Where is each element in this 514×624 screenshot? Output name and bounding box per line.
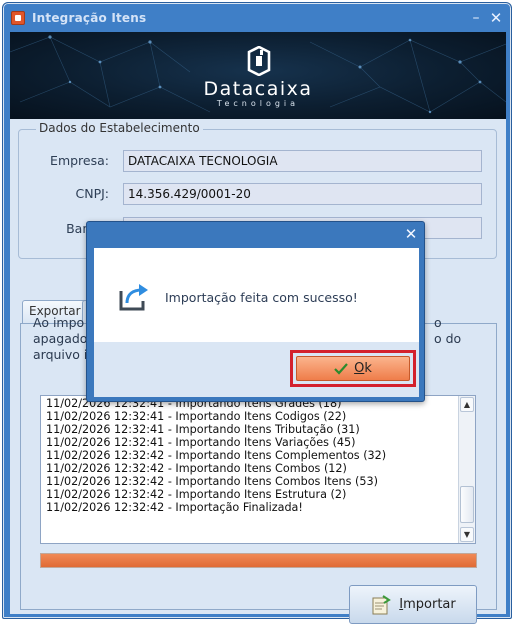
import-log-list[interactable]: 11/02/2026 12:32:41 - Importando Itens G…: [40, 395, 476, 544]
datacaixa-logo-icon: [247, 46, 271, 76]
close-button[interactable]: ✕: [487, 9, 505, 27]
scroll-up-arrow-icon[interactable]: ▲: [460, 397, 474, 412]
establishment-legend: Dados do Estabelecimento: [36, 121, 203, 135]
info-text-line-1-left: Ao impo: [33, 315, 85, 330]
dialog-message: Importação feita com sucesso!: [165, 290, 358, 305]
scroll-down-arrow-icon[interactable]: ▼: [460, 527, 474, 542]
log-line: 11/02/2026 12:32:42 - Importando Itens E…: [46, 488, 347, 501]
log-line: 11/02/2026 12:32:42 - Importando Itens C…: [46, 475, 378, 488]
import-document-icon: [372, 594, 392, 614]
scroll-thumb[interactable]: [460, 486, 474, 523]
progress-fill: [41, 554, 476, 567]
log-line: 11/02/2026 12:32:42 - Importação Finaliz…: [46, 501, 303, 514]
log-line: 11/02/2026 12:32:41 - Importando Itens V…: [46, 436, 356, 449]
checkmark-icon: [334, 362, 348, 375]
empresa-label: Empresa:: [50, 153, 109, 168]
dialog-close-button[interactable]: ✕: [402, 225, 420, 243]
ok-button-label: Ok: [354, 361, 372, 376]
log-line: 11/02/2026 12:32:42 - Importando Itens C…: [46, 449, 387, 462]
brand-tagline: Tecnologia: [216, 99, 300, 108]
import-progress-bar: [40, 553, 477, 568]
importar-button-label: Importar: [399, 597, 456, 612]
log-line: 11/02/2026 12:32:42 - Importando Itens C…: [46, 462, 347, 475]
cnpj-label: CNPJ:: [75, 186, 109, 201]
info-text-line-2-left: apagado: [33, 331, 88, 346]
importar-button[interactable]: Importar: [349, 585, 477, 624]
minimize-button[interactable]: –: [467, 9, 485, 27]
ok-button[interactable]: Ok: [296, 356, 410, 381]
info-text-line-2-right: o do: [434, 331, 462, 346]
dialog-body: Importação feita com sucesso!: [94, 248, 419, 342]
empresa-field[interactable]: DATACAIXA TECNOLOGIA: [123, 150, 482, 172]
app-icon: [11, 11, 25, 25]
share-export-icon: [119, 284, 148, 311]
info-text-line-1-right: o: [434, 315, 442, 330]
info-text-line-3-left: arquivo i: [33, 347, 88, 362]
title-bar[interactable]: Integração Itens – ✕: [3, 3, 511, 33]
ok-highlight-frame: Ok: [290, 350, 416, 387]
log-scrollbar[interactable]: ▲ ▼: [458, 396, 475, 543]
brand-banner: Datacaixa Tecnologia: [10, 32, 506, 119]
log-line: 11/02/2026 12:32:41 - Importando Itens C…: [46, 410, 347, 423]
dialog-footer: Ok: [94, 342, 419, 397]
brand-name: Datacaixa: [203, 78, 313, 100]
log-line: 11/02/2026 12:32:41 - Importando Itens T…: [46, 423, 360, 436]
window-title: Integração Itens: [32, 11, 147, 25]
cnpj-field[interactable]: 14.356.429/0001-20: [123, 183, 482, 205]
success-dialog: ✕ Importação feita com sucesso! Ok: [86, 221, 425, 402]
